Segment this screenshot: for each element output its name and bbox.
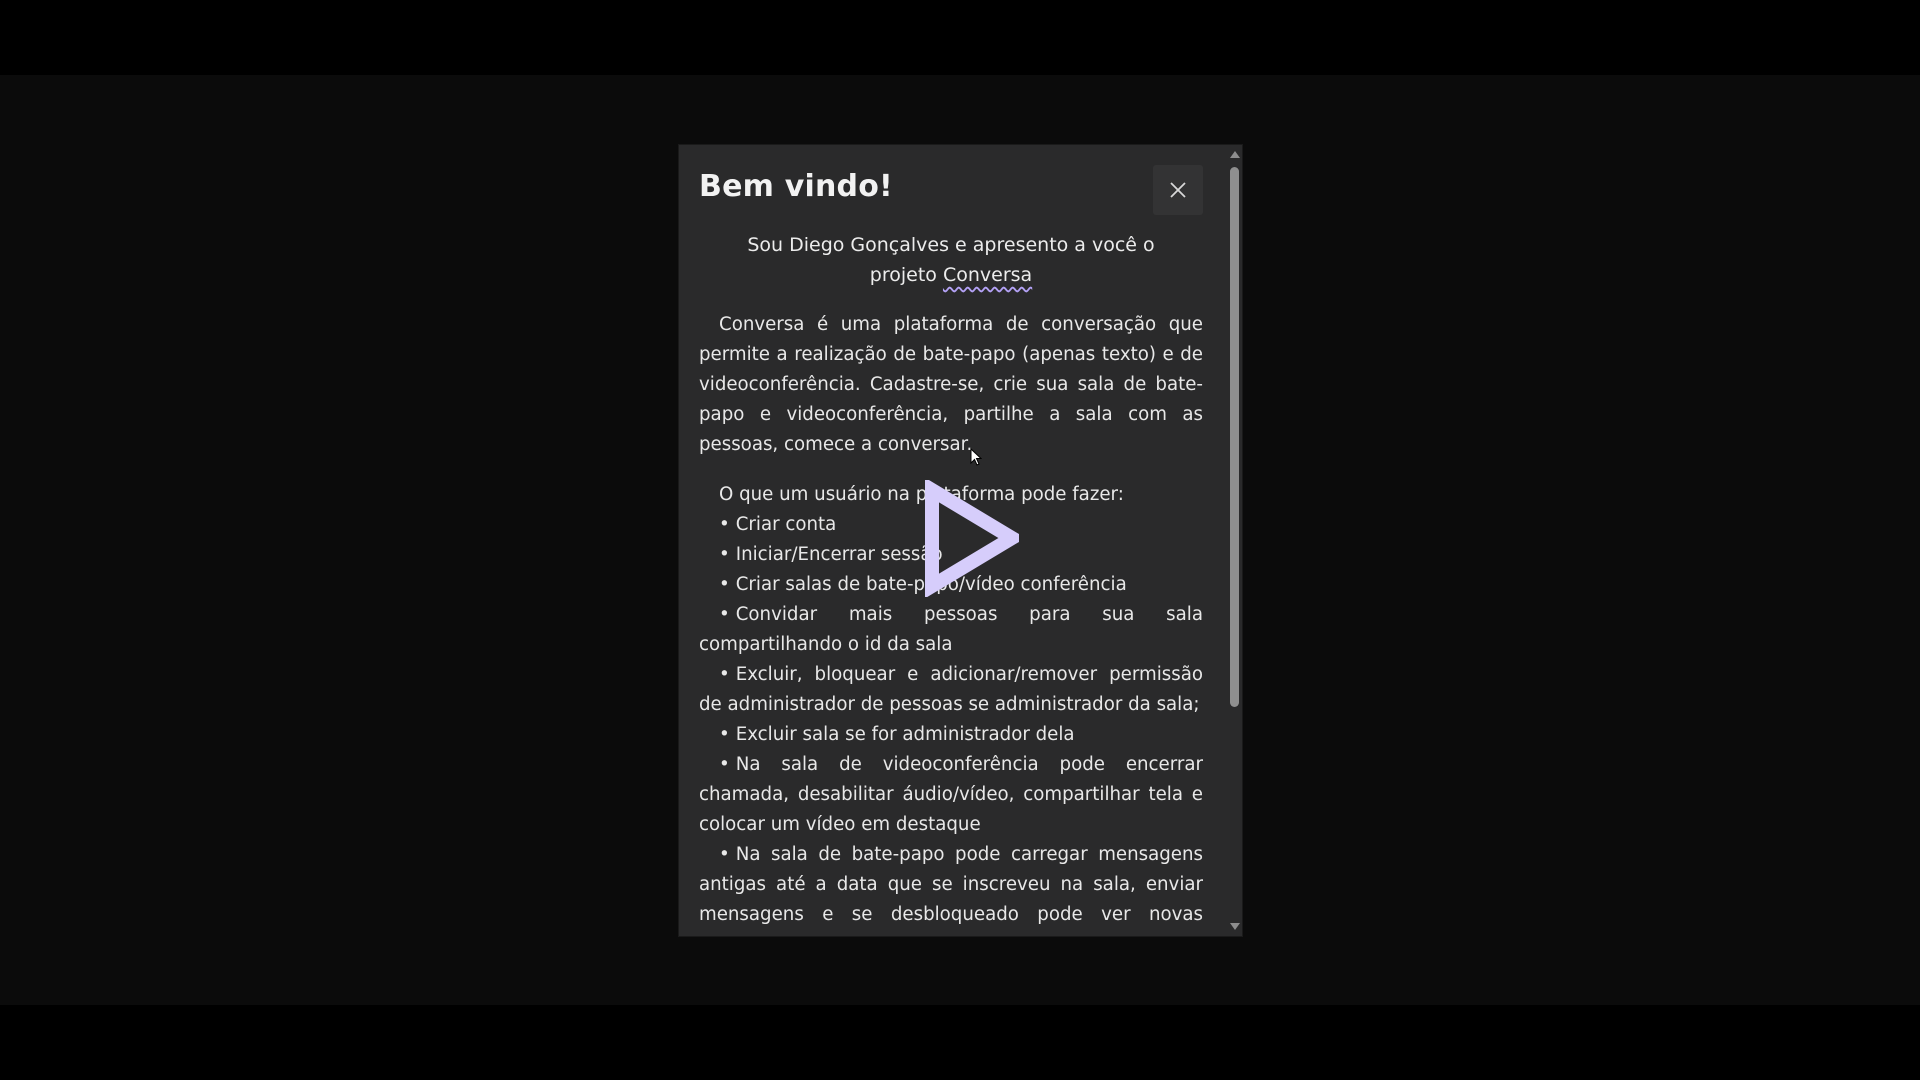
list-item: • Convidar mais pessoas para sua sala com…	[699, 600, 1203, 660]
intro-prefix: projeto	[869, 264, 943, 286]
project-description: Conversa é uma plataforma de conversação…	[699, 314, 1203, 455]
feature-text: Convidar mais pessoas para sua sala comp…	[699, 604, 1203, 655]
bullet: •	[719, 724, 730, 745]
feature-text: Na sala de bate-papo pode carregar mensa…	[699, 844, 1203, 936]
play-icon[interactable]	[924, 480, 1019, 597]
features-heading: O que um usuário na plataforma pode faze…	[719, 484, 1124, 505]
intro-line: Sou Diego Gonçalves e apresento a você o	[747, 234, 1155, 256]
list-item: • Na sala de videoconferência pode encerr…	[699, 750, 1203, 840]
feature-text: Iniciar/Encerrar sessão	[735, 544, 943, 565]
project-name: Conversa	[942, 264, 1033, 286]
scroll-down-arrow[interactable]	[1230, 923, 1240, 930]
close-button[interactable]	[1153, 165, 1203, 215]
close-icon	[1170, 182, 1186, 198]
list-item: • Na sala de bate-papo pode carregar mens…	[699, 840, 1203, 936]
list-item: • Excluir, bloquear e adicionar/remover p…	[699, 660, 1203, 720]
bullet: •	[719, 544, 730, 565]
bullet: •	[719, 574, 730, 595]
bullet: •	[719, 514, 730, 535]
bullet: •	[719, 604, 730, 625]
video-player-stage: Bem vindo! Sou Diego Gonçalves e apresen…	[0, 0, 1920, 1080]
modal-scrollbar[interactable]	[1227, 145, 1242, 936]
bullet: •	[719, 844, 730, 865]
scroll-thumb[interactable]	[1230, 167, 1239, 707]
scroll-up-arrow[interactable]	[1230, 151, 1240, 158]
intro-text: Sou Diego Gonçalves e apresento a você o…	[699, 230, 1203, 290]
bullet: •	[719, 754, 730, 775]
intro-line-project: projeto Conversa	[699, 260, 1203, 290]
list-item: • Excluir sala se for administrador dela	[699, 720, 1203, 750]
bullet: •	[719, 664, 730, 685]
feature-text: Excluir sala se for administrador dela	[735, 724, 1075, 745]
cursor-icon	[970, 448, 982, 466]
modal-title: Bem vindo!	[699, 169, 893, 204]
feature-text: Na sala de videoconferência pode encerra…	[699, 754, 1203, 835]
feature-text: Excluir, bloquear e adicionar/remover pe…	[699, 664, 1203, 715]
feature-text: Criar conta	[735, 514, 837, 535]
